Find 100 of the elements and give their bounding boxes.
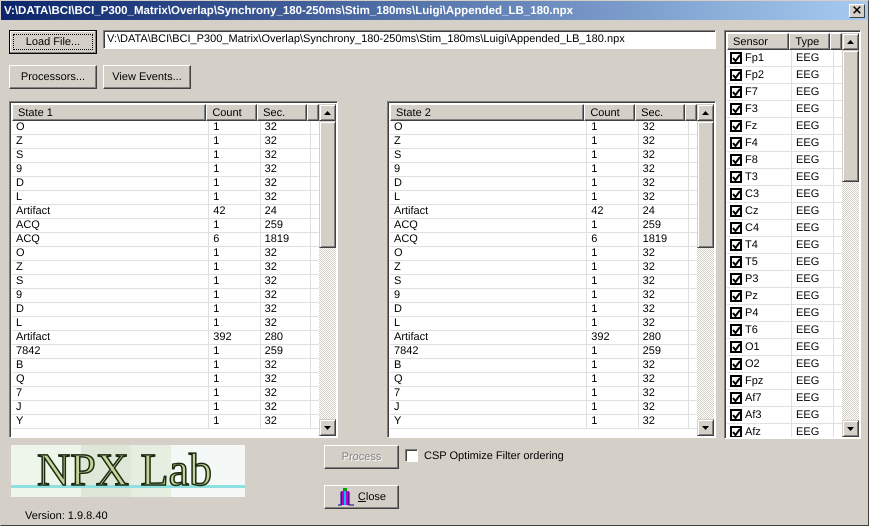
column-header[interactable]: State 1 xyxy=(12,104,206,121)
table-cell: L xyxy=(12,191,210,205)
table-cell: 1 xyxy=(209,401,261,415)
table-cell: 1 xyxy=(209,163,261,177)
table-cell: 1 xyxy=(587,261,639,275)
table-cell: 32 xyxy=(260,149,311,163)
table-cell: L xyxy=(12,317,210,331)
toolbar-button[interactable]: View Events... xyxy=(103,65,191,89)
column-header[interactable]: Count xyxy=(206,104,258,121)
sensor-name: Fp1 xyxy=(745,51,764,66)
sensor-name: T4 xyxy=(745,238,758,253)
checkbox[interactable] xyxy=(730,426,742,437)
checkbox[interactable] xyxy=(730,86,742,98)
scrollbar[interactable] xyxy=(319,104,336,436)
column-header[interactable]: Sec. xyxy=(257,104,307,121)
sensor-name: T3 xyxy=(745,170,758,185)
checkbox[interactable] xyxy=(730,188,742,200)
scroll-down-icon[interactable] xyxy=(842,420,859,437)
load-file-button[interactable]: Load File... xyxy=(9,30,97,54)
table-cell: 392 xyxy=(209,331,261,345)
table-cell: S xyxy=(12,149,210,163)
close-button[interactable]: Close xyxy=(324,485,399,509)
checkbox[interactable] xyxy=(405,449,418,462)
scroll-thumb[interactable] xyxy=(319,121,336,248)
close-icon[interactable]: × xyxy=(849,4,865,18)
checkbox[interactable] xyxy=(730,171,742,183)
column-header[interactable]: Count xyxy=(584,104,636,121)
checkbox[interactable] xyxy=(730,409,742,421)
header-filler xyxy=(830,33,842,50)
sensor-name: Cz xyxy=(745,204,758,219)
checkbox[interactable] xyxy=(730,222,742,234)
table-cell: 32 xyxy=(638,317,689,331)
checkbox[interactable] xyxy=(730,341,742,353)
table-cell: EEG xyxy=(792,254,834,271)
table-cell: 6 xyxy=(209,233,261,247)
checkbox[interactable] xyxy=(730,392,742,404)
scroll-thumb[interactable] xyxy=(697,121,714,248)
sensor-name: Fz xyxy=(745,119,758,134)
checkbox[interactable] xyxy=(730,256,742,268)
checkbox[interactable] xyxy=(730,307,742,319)
table-cell: EEG xyxy=(792,373,834,390)
table-cell: 42 xyxy=(587,205,639,219)
checkbox-label: CSP Optimize Filter ordering xyxy=(424,450,564,462)
table-cell: 1 xyxy=(587,191,639,205)
scrollbar[interactable] xyxy=(842,33,859,437)
checkbox[interactable] xyxy=(730,239,742,251)
scroll-up-icon[interactable] xyxy=(697,104,714,121)
column-header[interactable]: Type xyxy=(789,33,830,50)
column-header[interactable]: State 2 xyxy=(390,104,584,121)
column-header[interactable]: Sensor xyxy=(727,33,790,50)
table-cell: ACQ xyxy=(12,219,210,233)
table-cell: EEG xyxy=(792,390,834,407)
table-cell: 32 xyxy=(260,317,311,331)
checkbox[interactable] xyxy=(730,324,742,336)
table-cell: Artifact xyxy=(390,205,588,219)
checkbox[interactable] xyxy=(730,154,742,166)
table-cell: EEG xyxy=(792,322,834,339)
table-cell: 9 xyxy=(12,289,210,303)
checkbox[interactable] xyxy=(730,103,742,115)
scroll-up-icon[interactable] xyxy=(319,104,336,121)
sensor-name: F7 xyxy=(745,85,758,100)
checkbox[interactable] xyxy=(730,273,742,285)
table-cell: 1 xyxy=(209,373,261,387)
checkbox[interactable] xyxy=(730,205,742,217)
table-cell: 1 xyxy=(587,345,639,359)
table-cell: 32 xyxy=(260,303,311,317)
table-cell: Z xyxy=(390,135,588,149)
table-cell: 1819 xyxy=(638,233,689,247)
table-cell: EEG xyxy=(792,237,834,254)
checkbox[interactable] xyxy=(730,290,742,302)
file-path-field[interactable]: V:\DATA\BCI\BCI_P300_Matrix\Overlap\Synchrony_180-250ms\Stim_180ms\Luigi\Appended_LB_180.npx xyxy=(103,30,716,49)
scrollbar[interactable] xyxy=(697,104,714,436)
checkbox[interactable] xyxy=(730,120,742,132)
column-header[interactable]: Sec. xyxy=(635,104,685,121)
checkbox[interactable] xyxy=(730,375,742,387)
table-cell: J xyxy=(12,401,210,415)
table-cell: EEG xyxy=(792,356,834,373)
table-cell: 32 xyxy=(638,149,689,163)
version-label: Version: 1.9.8.40 xyxy=(25,510,109,522)
table-cell: 1 xyxy=(587,275,639,289)
checkbox[interactable] xyxy=(730,69,742,81)
table-cell: ACQ xyxy=(12,233,210,247)
table-cell: 32 xyxy=(638,387,689,401)
table-cell: 42 xyxy=(209,205,261,219)
checkbox[interactable] xyxy=(730,137,742,149)
checkbox[interactable] xyxy=(730,358,742,370)
table-cell: 32 xyxy=(638,415,689,429)
table-cell: Q xyxy=(390,373,588,387)
table-cell: EEG xyxy=(792,152,834,169)
sensor-name: T5 xyxy=(745,255,758,270)
scroll-down-icon[interactable] xyxy=(697,419,714,436)
checkbox[interactable] xyxy=(730,52,742,64)
table-cell: 1 xyxy=(587,289,639,303)
table-cell: 1 xyxy=(587,359,639,373)
scroll-thumb[interactable] xyxy=(842,50,859,182)
scroll-up-icon[interactable] xyxy=(842,33,859,50)
table-cell: 1 xyxy=(587,387,639,401)
scroll-down-icon[interactable] xyxy=(319,419,336,436)
table-cell: 32 xyxy=(638,121,689,135)
toolbar-button[interactable]: Processors... xyxy=(9,65,97,89)
